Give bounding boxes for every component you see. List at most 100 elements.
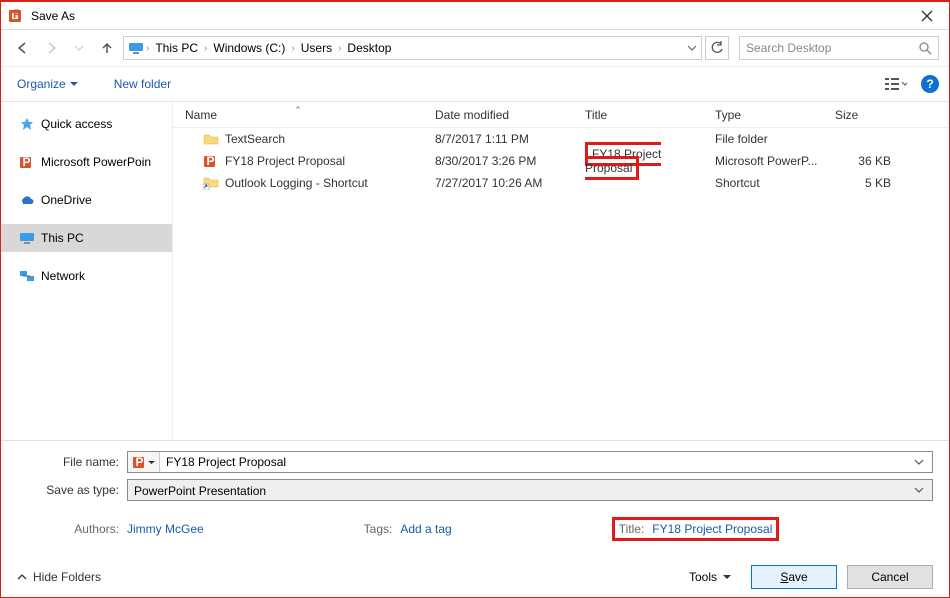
file-row[interactable]: TextSearch 8/7/2017 1:11 PM File folder [173, 128, 949, 150]
chevron-down-icon[interactable] [914, 457, 932, 467]
chevron-up-icon [17, 572, 27, 582]
file-type: Shortcut [703, 176, 823, 190]
new-folder-button[interactable]: New folder [108, 73, 177, 95]
file-date: 8/7/2017 1:11 PM [423, 132, 573, 146]
chevron-down-icon[interactable] [914, 485, 932, 495]
file-name: Outlook Logging - Shortcut [225, 176, 368, 190]
sidebar-item-label: This PC [41, 231, 84, 245]
save-button[interactable]: Save [751, 565, 837, 589]
content-area: Quick access P Microsoft PowerPoin OneDr… [1, 102, 949, 440]
sidebar-item-label: OneDrive [41, 193, 92, 207]
pc-icon [128, 40, 144, 56]
saveastype-row: Save as type: PowerPoint Presentation [17, 479, 933, 501]
filename-input[interactable] [160, 452, 914, 472]
sort-ascending-icon: ⌃ [294, 105, 302, 116]
authors-value[interactable]: Jimmy McGee [127, 522, 204, 536]
recent-dropdown[interactable] [67, 36, 91, 60]
metadata-row: Authors: Jimmy McGee Tags: Add a tag Tit… [17, 507, 933, 559]
file-type: File folder [703, 132, 823, 146]
file-row[interactable]: Outlook Logging - Shortcut 7/27/2017 10:… [173, 172, 949, 194]
toolbar: Organize New folder ? [1, 66, 949, 102]
col-name-header[interactable]: ⌃ Name [173, 108, 423, 122]
saveastype-label: Save as type: [17, 483, 127, 497]
chevron-right-icon[interactable]: › [204, 43, 207, 54]
title-highlight: Title: FY18 Project Proposal [612, 517, 780, 541]
tags-label: Tags: [364, 522, 393, 536]
file-date: 7/27/2017 10:26 AM [423, 176, 573, 190]
sidebar-item-label: Network [41, 269, 85, 283]
star-icon [19, 116, 35, 132]
file-size: 36 KB [823, 154, 903, 168]
chevron-right-icon[interactable]: › [338, 43, 341, 54]
up-button[interactable] [95, 36, 119, 60]
breadcrumb-users[interactable]: Users [297, 41, 336, 55]
sidebar-item-onedrive[interactable]: OneDrive [1, 186, 172, 214]
filename-combo[interactable]: P [127, 451, 933, 473]
app-icon: P [9, 8, 25, 24]
title-label: Title: [619, 522, 645, 536]
col-type-header[interactable]: Type [703, 108, 823, 122]
bottom-panel: File name: P Save as type: PowerPoint Pr… [1, 440, 949, 597]
back-button[interactable] [11, 36, 35, 60]
saveastype-value: PowerPoint Presentation [128, 480, 914, 500]
sidebar: Quick access P Microsoft PowerPoin OneDr… [1, 102, 173, 440]
tools-menu[interactable]: Tools [689, 570, 731, 584]
file-type: Microsoft PowerP... [703, 154, 823, 168]
chevron-down-icon [723, 573, 731, 581]
title-value[interactable]: FY18 Project Proposal [652, 522, 772, 536]
sidebar-item-thispc[interactable]: This PC [1, 224, 172, 252]
filename-row: File name: P [17, 451, 933, 473]
search-input[interactable]: Search Desktop [739, 36, 939, 60]
window-title: Save As [31, 9, 913, 23]
forward-button[interactable] [39, 36, 63, 60]
help-button[interactable]: ? [921, 75, 939, 93]
file-name: TextSearch [225, 132, 285, 146]
close-button[interactable] [913, 8, 941, 24]
search-placeholder: Search Desktop [746, 41, 918, 55]
col-title-header[interactable]: Title [573, 108, 703, 122]
svg-text:P: P [23, 155, 31, 169]
powerpoint-icon: P [19, 154, 35, 170]
file-date: 8/30/2017 3:26 PM [423, 154, 573, 168]
breadcrumb-desktop[interactable]: Desktop [343, 41, 395, 55]
file-type-icon[interactable]: P [128, 452, 160, 472]
search-icon [918, 41, 932, 55]
svg-text:P: P [13, 8, 21, 21]
hide-folders-button[interactable]: Hide Folders [17, 570, 101, 584]
tags-value[interactable]: Add a tag [400, 522, 451, 536]
refresh-button[interactable] [705, 36, 729, 60]
file-row[interactable]: P FY18 Project Proposal 8/30/2017 3:26 P… [173, 150, 949, 172]
col-date-header[interactable]: Date modified [423, 108, 573, 122]
col-size-header[interactable]: Size [823, 108, 903, 122]
file-title-highlight: FY18 Project Proposal [573, 147, 703, 175]
sidebar-item-label: Microsoft PowerPoin [41, 155, 151, 169]
sidebar-item-network[interactable]: Network [1, 262, 172, 290]
breadcrumb-this-pc[interactable]: This PC [151, 41, 202, 55]
pc-icon [19, 230, 35, 246]
cloud-icon [19, 192, 35, 208]
folder-icon [203, 131, 219, 147]
breadcrumb-drive[interactable]: Windows (C:) [209, 41, 289, 55]
breadcrumb-bar[interactable]: › This PC › Windows (C:) › Users › Deskt… [123, 36, 702, 60]
title-bar: P Save As [1, 2, 949, 30]
chevron-down-icon[interactable] [687, 43, 697, 53]
file-size: 5 KB [823, 176, 903, 190]
saveastype-combo[interactable]: PowerPoint Presentation [127, 479, 933, 501]
network-icon [19, 268, 35, 284]
chevron-right-icon[interactable]: › [291, 43, 294, 54]
organize-menu[interactable]: Organize [11, 73, 84, 95]
column-headers: ⌃ Name Date modified Title Type Size [173, 102, 949, 128]
shortcut-folder-icon [203, 175, 219, 191]
cancel-button[interactable]: Cancel [847, 565, 933, 589]
file-name: FY18 Project Proposal [225, 154, 345, 168]
view-menu[interactable] [879, 73, 913, 95]
nav-bar: › This PC › Windows (C:) › Users › Deskt… [1, 30, 949, 66]
sidebar-item-quickaccess[interactable]: Quick access [1, 110, 172, 138]
file-list: ⌃ Name Date modified Title Type Size Tex… [173, 102, 949, 440]
sidebar-item-label: Quick access [41, 117, 112, 131]
chevron-right-icon[interactable]: › [146, 43, 149, 54]
svg-text:P: P [207, 154, 215, 168]
authors-label: Authors: [17, 522, 127, 536]
sidebar-item-powerpoint[interactable]: P Microsoft PowerPoin [1, 148, 172, 176]
filename-label: File name: [17, 455, 127, 469]
